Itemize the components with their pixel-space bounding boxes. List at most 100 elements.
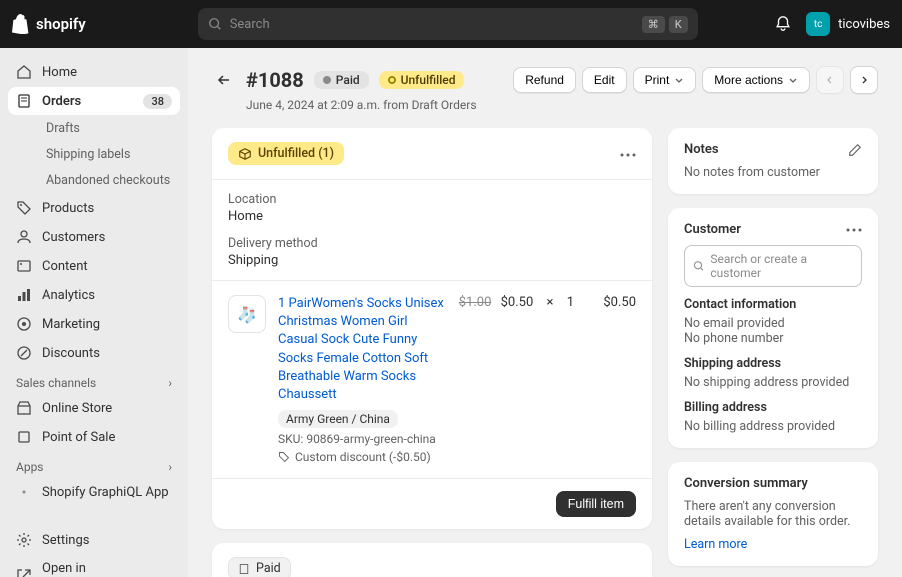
search-icon [693, 260, 704, 272]
discount-icon [16, 345, 32, 361]
arrow-left-icon [216, 72, 232, 88]
receipt-icon [238, 563, 250, 575]
customer-title: Customer [684, 222, 741, 237]
gear-icon [16, 532, 32, 548]
back-button[interactable] [212, 68, 236, 92]
prev-order-button[interactable] [816, 66, 844, 94]
dots-icon[interactable] [846, 228, 862, 232]
topbar: shopify Search ⌘ K tc ticovibes [0, 0, 902, 48]
product-thumbnail[interactable]: 🧦 [228, 295, 266, 333]
delivery-value: Shipping [228, 253, 636, 268]
sidebar-item-content[interactable]: Content [8, 252, 180, 280]
apps-heading[interactable]: Apps › [8, 452, 180, 478]
sidebar-item-customers[interactable]: Customers [8, 223, 180, 251]
sidebar-item-settings[interactable]: Settings [8, 526, 180, 554]
store-icon [16, 400, 32, 416]
next-order-button[interactable] [850, 66, 878, 94]
shopify-logo[interactable]: shopify [12, 14, 86, 34]
external-icon [16, 568, 32, 577]
search-placeholder: Search [230, 17, 270, 32]
sidebar-label: Point of Sale [42, 430, 115, 445]
sidebar-item-open-internal[interactable]: Open in services/internal [8, 555, 180, 577]
contact-title: Contact information [684, 297, 862, 312]
notification-icon[interactable] [774, 15, 792, 33]
sidebar-item-graphiql[interactable]: Shopify GraphiQL App [8, 478, 180, 506]
tag-icon [16, 200, 32, 216]
sidebar-label: Abandoned checkouts [46, 173, 170, 188]
sidebar-item-marketing[interactable]: Marketing [8, 310, 180, 338]
app-icon [16, 484, 32, 500]
sidebar-label: Content [42, 259, 88, 274]
notes-card: Notes No notes from customer [668, 128, 878, 194]
unfulfilled-count-badge: Unfulfilled (1) [228, 142, 344, 165]
quantity: 1 [567, 295, 574, 310]
analytics-icon [16, 287, 32, 303]
sku: SKU: 90869-army-green-china [278, 432, 447, 446]
location-value: Home [228, 209, 636, 224]
main-content: #1088 Paid Unfulfilled Refund Edit Print… [188, 48, 902, 577]
chevron-right-icon: › [168, 376, 172, 390]
tag-icon [278, 451, 290, 463]
pencil-icon[interactable] [848, 143, 862, 157]
fulfillment-card: Unfulfilled (1) Location Home Delivery m… [212, 128, 652, 529]
kbd-cmd: ⌘ [642, 16, 665, 33]
shopify-icon [12, 14, 30, 34]
page-title: #1088 [246, 68, 304, 92]
username: ticovibes [838, 17, 890, 32]
billing-title: Billing address [684, 400, 862, 415]
variant-chip: Army Green / China [278, 410, 398, 428]
sidebar-item-online-store[interactable]: Online Store [8, 394, 180, 422]
orders-icon [16, 93, 32, 109]
sidebar-label: Customers [42, 230, 105, 245]
sidebar-item-shipping-labels[interactable]: Shipping labels [38, 142, 180, 167]
sidebar-item-orders[interactable]: Orders 38 [8, 87, 180, 115]
user-menu[interactable]: tc ticovibes [806, 12, 890, 36]
fulfill-item-button[interactable]: Fulfill item [556, 491, 636, 517]
edit-button[interactable]: Edit [582, 67, 627, 93]
sidebar-label: Orders [42, 94, 81, 109]
avatar: tc [806, 12, 830, 36]
sales-channels-heading[interactable]: Sales channels › [8, 368, 180, 394]
conversion-title: Conversion summary [684, 476, 808, 491]
sidebar-item-pos[interactable]: Point of Sale [8, 423, 180, 451]
delivery-label: Delivery method [228, 236, 636, 251]
chevron-down-icon [674, 75, 684, 85]
sidebar-item-home[interactable]: Home [8, 58, 180, 86]
sidebar-label: Analytics [42, 288, 95, 303]
discount-row: Custom discount (-$0.50) [278, 450, 447, 464]
chevron-right-icon: › [168, 460, 172, 474]
customer-search[interactable]: Search or create a customer [684, 245, 862, 287]
chevron-down-icon [788, 75, 798, 85]
refund-button[interactable]: Refund [513, 67, 576, 93]
fulfillment-menu[interactable] [620, 146, 636, 161]
learn-more-link[interactable]: Learn more [684, 537, 862, 552]
target-icon [16, 316, 32, 332]
dots-icon [620, 153, 636, 157]
sidebar-item-analytics[interactable]: Analytics [8, 281, 180, 309]
shipping-title: Shipping address [684, 356, 862, 371]
conversion-card: Conversion summary There aren't any conv… [668, 462, 878, 566]
global-search[interactable]: Search ⌘ K [198, 8, 698, 40]
sidebar-label: Products [42, 201, 94, 216]
sidebar-label: Drafts [46, 121, 80, 136]
sidebar-item-abandoned[interactable]: Abandoned checkouts [38, 168, 180, 193]
location-label: Location [228, 192, 636, 207]
person-icon [16, 229, 32, 245]
sidebar-item-products[interactable]: Products [8, 194, 180, 222]
paid-status-badge: Paid [228, 557, 291, 577]
multiply-symbol: × [547, 295, 554, 310]
more-actions-button[interactable]: More actions [702, 67, 810, 93]
sidebar-item-drafts[interactable]: Drafts [38, 116, 180, 141]
brand-text: shopify [36, 15, 86, 33]
product-link[interactable]: 1 PairWomen's Socks Unisex Christmas Wom… [278, 295, 447, 404]
payment-card: Paid Subtotal 1 item $0.50 Total $0.50 [212, 543, 652, 577]
sidebar-item-discounts[interactable]: Discounts [8, 339, 180, 367]
no-billing: No billing address provided [684, 419, 862, 434]
search-icon [208, 17, 222, 31]
no-phone: No phone number [684, 331, 862, 346]
orders-badge: 38 [143, 94, 172, 109]
print-button[interactable]: Print [633, 67, 697, 93]
box-icon [238, 147, 252, 161]
kbd-k: K [669, 16, 688, 33]
unit-price: $0.50 [501, 295, 534, 310]
